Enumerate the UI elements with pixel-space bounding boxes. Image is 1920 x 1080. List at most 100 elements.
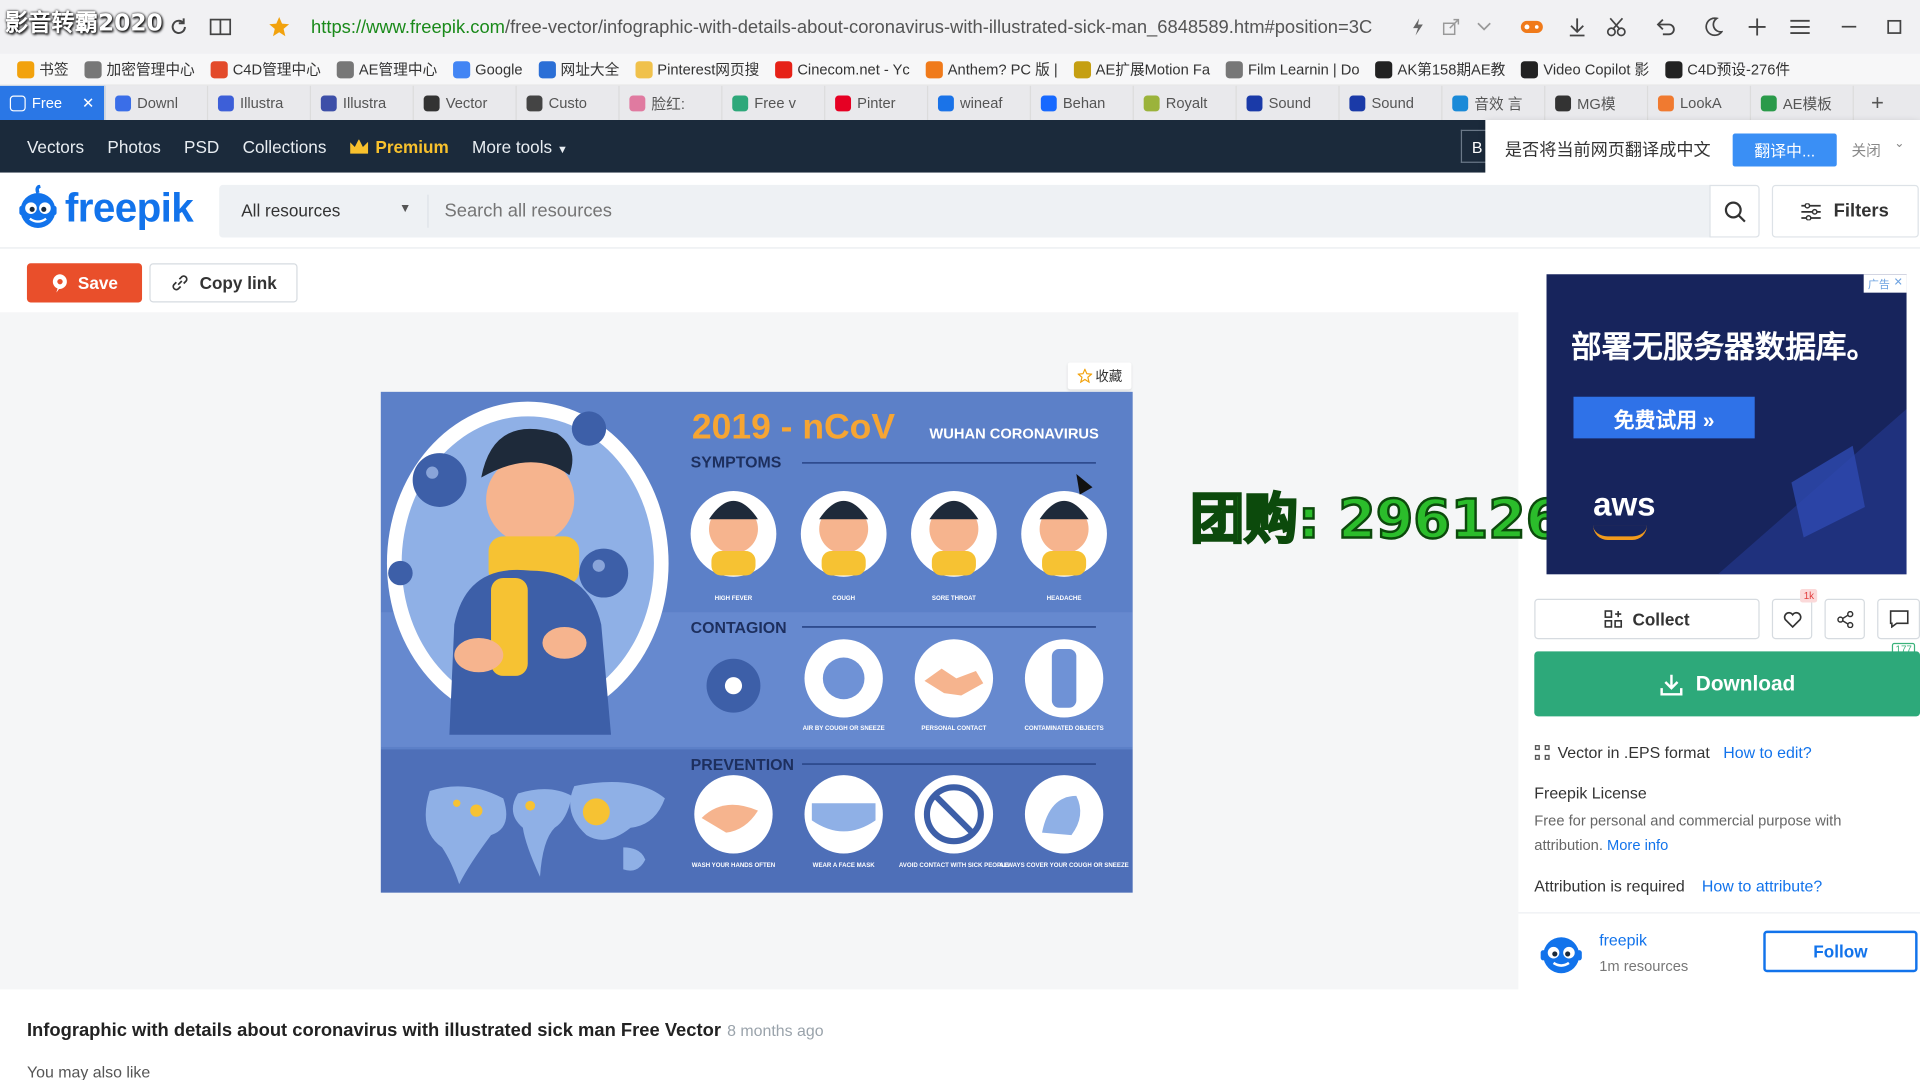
- favicon-icon: [1349, 94, 1366, 111]
- symptom-label: HEADACHE: [1047, 595, 1082, 602]
- browser-tab[interactable]: Illustra: [208, 85, 312, 121]
- browser-tab[interactable]: Sound: [1237, 85, 1340, 121]
- minimize-icon[interactable]: [1837, 15, 1861, 39]
- search-button[interactable]: [1709, 184, 1760, 238]
- browser-tab[interactable]: 脸红:: [620, 85, 723, 121]
- favicon-icon: [1555, 94, 1572, 111]
- browser-window: 影音转霸2020 https://www.freepik.com/free-ve…: [0, 0, 1920, 1080]
- browser-tab[interactable]: Behan: [1031, 85, 1134, 121]
- nav-item-premium[interactable]: Premium: [349, 137, 449, 156]
- globe-icon: [84, 60, 102, 78]
- gamepad-icon[interactable]: [1520, 15, 1544, 39]
- bookmark-item[interactable]: C4D预设-276件: [1665, 59, 1790, 80]
- nav-item-more-tools[interactable]: More tools ▼: [472, 137, 568, 157]
- ad-cta-button[interactable]: 免费试用 »: [1573, 396, 1755, 439]
- bookmark-item[interactable]: AK第158期AE教: [1375, 59, 1505, 80]
- author-name-link[interactable]: freepik: [1599, 931, 1647, 949]
- browser-tab[interactable]: LookA: [1648, 85, 1752, 121]
- share-page-icon[interactable]: [1439, 15, 1463, 39]
- download-button[interactable]: Download: [1534, 651, 1920, 717]
- search-divider: [427, 194, 429, 228]
- nav-item-psd[interactable]: PSD: [184, 137, 219, 157]
- chevron-down-icon[interactable]: [1472, 15, 1496, 39]
- bookmark-item[interactable]: Cinecom.net - Yc: [775, 60, 910, 78]
- url-field[interactable]: https://www.freepik.com/free-vector/info…: [311, 17, 1391, 38]
- add-tab-icon[interactable]: +: [1854, 90, 1901, 116]
- browser-tab[interactable]: Free v: [722, 85, 826, 121]
- caret-down-icon[interactable]: ▼: [399, 202, 411, 215]
- bookmark-item[interactable]: Google: [453, 60, 523, 78]
- lightning-icon[interactable]: [1406, 15, 1430, 39]
- menu-icon[interactable]: [1788, 15, 1812, 39]
- bookmark-item[interactable]: AE管理中心: [336, 59, 437, 80]
- translate-button[interactable]: 翻译中...: [1732, 133, 1837, 167]
- author-avatar[interactable]: [1536, 927, 1587, 978]
- follow-button[interactable]: Follow: [1763, 930, 1918, 973]
- advertisement[interactable]: 广告 ✕ 部署无服务器数据库。 免费试用 » aws: [1546, 274, 1907, 575]
- resource-type-select[interactable]: All resources: [241, 201, 340, 221]
- bookmark-item[interactable]: C4D管理中心: [210, 59, 321, 80]
- browser-tab[interactable]: Illustra: [311, 85, 414, 121]
- browser-tab[interactable]: wineaf: [928, 85, 1032, 121]
- nav-item-vectors[interactable]: Vectors: [27, 137, 84, 157]
- chevron-down-icon[interactable]: ⌄: [1894, 137, 1904, 150]
- maximize-icon[interactable]: [1882, 15, 1906, 39]
- bookmark-item[interactable]: Film Learnin | Do: [1225, 60, 1360, 78]
- close-tab-icon[interactable]: ✕: [82, 94, 94, 111]
- author-resources: 1m resources: [1599, 957, 1689, 975]
- browser-tab[interactable]: Pinter: [825, 85, 929, 121]
- browser-tab[interactable]: Vector: [414, 85, 517, 121]
- pinterest-save-button[interactable]: Save: [26, 263, 143, 303]
- freepik-logo[interactable]: freepik: [15, 184, 194, 232]
- download-icon[interactable]: [1565, 15, 1589, 39]
- bookmark-item[interactable]: 加密管理中心: [84, 59, 195, 80]
- new-tab-icon[interactable]: [1745, 15, 1769, 39]
- bookmark-item[interactable]: 网址大全: [538, 59, 619, 80]
- dz-icon: [1665, 60, 1683, 78]
- browser-tab[interactable]: Free ✕: [0, 85, 106, 121]
- browser-tab[interactable]: AE模板: [1751, 85, 1854, 121]
- bookmark-item[interactable]: Pinterest网页搜: [635, 59, 759, 80]
- filters-button[interactable]: Filters: [1771, 184, 1919, 238]
- translate-close-button[interactable]: 关闭: [1851, 140, 1880, 161]
- browser-tab[interactable]: Royalt: [1134, 85, 1237, 121]
- scissors-icon[interactable]: [1605, 15, 1629, 39]
- how-to-edit-link[interactable]: How to edit?: [1723, 743, 1811, 761]
- night-mode-icon[interactable]: [1701, 15, 1725, 39]
- favicon-icon: [629, 94, 646, 111]
- favorite-button[interactable]: 收藏: [1067, 362, 1132, 390]
- bookmark-item[interactable]: Video Copilot 影: [1521, 59, 1649, 80]
- comments-button[interactable]: [1877, 598, 1920, 640]
- browser-tab[interactable]: Custo: [517, 85, 620, 121]
- browser-tab[interactable]: 音效 言: [1442, 85, 1546, 121]
- share-button[interactable]: [1824, 598, 1865, 640]
- undo-icon[interactable]: [1653, 15, 1677, 39]
- nav-item-photos[interactable]: Photos: [107, 137, 160, 157]
- more-info-link[interactable]: More info: [1607, 836, 1668, 853]
- symptom-label: HIGH FEVER: [715, 595, 753, 602]
- close-icon[interactable]: ✕: [1894, 276, 1903, 292]
- coronavirus-infographic: 2019 - nCoV WUHAN CORONAVIRUS SYMPTOMS H…: [380, 391, 1133, 893]
- vector-format-icon: [1534, 745, 1550, 760]
- browser-tab[interactable]: Sound: [1340, 85, 1443, 121]
- collect-button[interactable]: Collect: [1534, 598, 1760, 640]
- copy-link-button[interactable]: Copy link: [149, 263, 298, 303]
- how-to-attribute-link[interactable]: How to attribute?: [1702, 877, 1822, 895]
- browser-tab[interactable]: Downl: [105, 85, 209, 121]
- bookmark-item[interactable]: Anthem? PC 版 |: [925, 59, 1058, 80]
- reader-mode-icon[interactable]: [208, 15, 232, 39]
- favicon-icon: [1246, 94, 1263, 111]
- reload-icon[interactable]: [167, 15, 191, 39]
- nav-item-collections[interactable]: Collections: [243, 137, 327, 157]
- resource-preview-image[interactable]: 2019 - nCoV WUHAN CORONAVIRUS SYMPTOMS H…: [380, 391, 1133, 893]
- favicon-icon: [320, 94, 337, 111]
- search-input[interactable]: [444, 192, 1694, 231]
- bookmark-star-icon[interactable]: [267, 15, 291, 39]
- address-bar: 影音转霸2020 https://www.freepik.com/free-ve…: [0, 0, 1920, 54]
- bookmark-item[interactable]: AE扩展Motion Fa: [1073, 59, 1210, 80]
- browser-tab[interactable]: MG模: [1545, 85, 1649, 121]
- ad-tag[interactable]: 广告 ✕: [1864, 274, 1907, 293]
- like-button[interactable]: [1771, 598, 1813, 640]
- format-row: Vector in .EPS format How to edit?: [1534, 743, 1812, 762]
- bookmark-item[interactable]: 书签: [17, 59, 69, 80]
